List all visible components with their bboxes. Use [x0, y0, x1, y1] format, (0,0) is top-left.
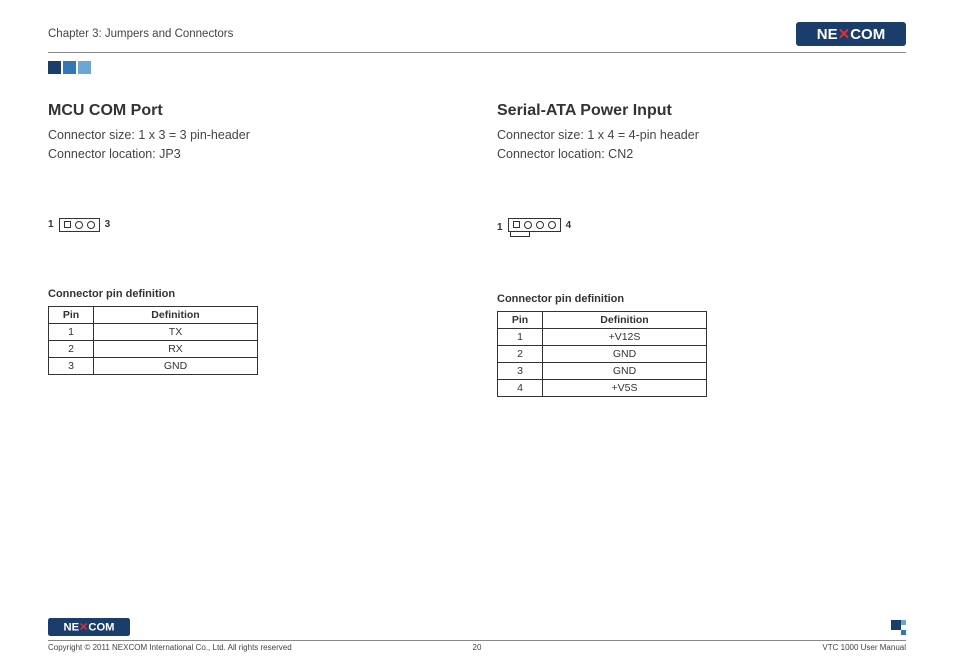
- connector-key-icon: [510, 232, 530, 237]
- pin-start-label: 1: [48, 219, 54, 230]
- section-title: Serial-ATA Power Input: [497, 102, 906, 120]
- page-number: 20: [473, 643, 482, 652]
- decorative-squares: [48, 61, 906, 74]
- table-header-row: Pin Definition: [49, 306, 258, 323]
- page-header: Chapter 3: Jumpers and Connectors NE✕COM: [48, 22, 906, 53]
- table-row: 3GND: [49, 357, 258, 374]
- table-row: 1+V12S: [498, 328, 707, 345]
- connector-meta: Connector size: 1 x 4 = 4-pin header Con…: [497, 126, 906, 164]
- chapter-title: Chapter 3: Jumpers and Connectors: [48, 28, 233, 40]
- brand-logo: NE✕COM: [796, 22, 906, 46]
- pin-3-icon: [536, 221, 544, 229]
- pin-2-icon: [524, 221, 532, 229]
- connector-size: Connector size: 1 x 3 = 3 pin-header: [48, 126, 457, 145]
- sata-power-connector-icon: [508, 218, 561, 237]
- connector-diagram: 1 4: [497, 218, 906, 237]
- left-column: MCU COM Port Connector size: 1 x 3 = 3 p…: [48, 102, 457, 397]
- table-header-row: Pin Definition: [498, 311, 707, 328]
- table-title: Connector pin definition: [48, 288, 457, 300]
- square-icon: [78, 61, 91, 74]
- right-column: Serial-ATA Power Input Connector size: 1…: [497, 102, 906, 397]
- page-footer: NE✕COM Copyright © 2011 NEXCOM Internati…: [48, 618, 906, 652]
- table-row: 2GND: [498, 345, 707, 362]
- square-icon: [48, 61, 61, 74]
- section-title: MCU COM Port: [48, 102, 457, 120]
- footer-deco-icon: [891, 620, 906, 635]
- table-row: 4+V5S: [498, 379, 707, 396]
- pin-definition-table: Pin Definition 1TX 2RX 3GND: [48, 306, 258, 375]
- square-icon: [63, 61, 76, 74]
- col-definition: Definition: [94, 306, 258, 323]
- pin-start-label: 1: [497, 222, 503, 233]
- col-pin: Pin: [498, 311, 543, 328]
- manual-name: VTC 1000 User Manual: [822, 643, 906, 652]
- pin-3-icon: [87, 221, 95, 229]
- svg-text:NE✕COM: NE✕COM: [817, 26, 885, 43]
- table-row: 1TX: [49, 323, 258, 340]
- table-title: Connector pin definition: [497, 293, 906, 305]
- svg-text:NE✕COM: NE✕COM: [64, 622, 115, 634]
- connector-meta: Connector size: 1 x 3 = 3 pin-header Con…: [48, 126, 457, 164]
- table-row: 2RX: [49, 340, 258, 357]
- brand-logo-footer: NE✕COM: [48, 618, 130, 636]
- connector-size: Connector size: 1 x 4 = 4-pin header: [497, 126, 906, 145]
- connector-location: Connector location: JP3: [48, 145, 457, 164]
- pin-1-icon: [513, 221, 520, 228]
- pin-1-icon: [64, 221, 71, 228]
- pin-header-icon: [59, 218, 100, 232]
- copyright-text: Copyright © 2011 NEXCOM International Co…: [48, 643, 292, 652]
- col-pin: Pin: [49, 306, 94, 323]
- connector-location: Connector location: CN2: [497, 145, 906, 164]
- pin-4-icon: [548, 221, 556, 229]
- pin-end-label: 3: [105, 219, 111, 230]
- col-definition: Definition: [543, 311, 707, 328]
- pin-definition-table: Pin Definition 1+V12S 2GND 3GND 4+V5S: [497, 311, 707, 397]
- connector-diagram: 1 3: [48, 218, 457, 232]
- pin-2-icon: [75, 221, 83, 229]
- pin-end-label: 4: [566, 220, 572, 231]
- table-row: 3GND: [498, 362, 707, 379]
